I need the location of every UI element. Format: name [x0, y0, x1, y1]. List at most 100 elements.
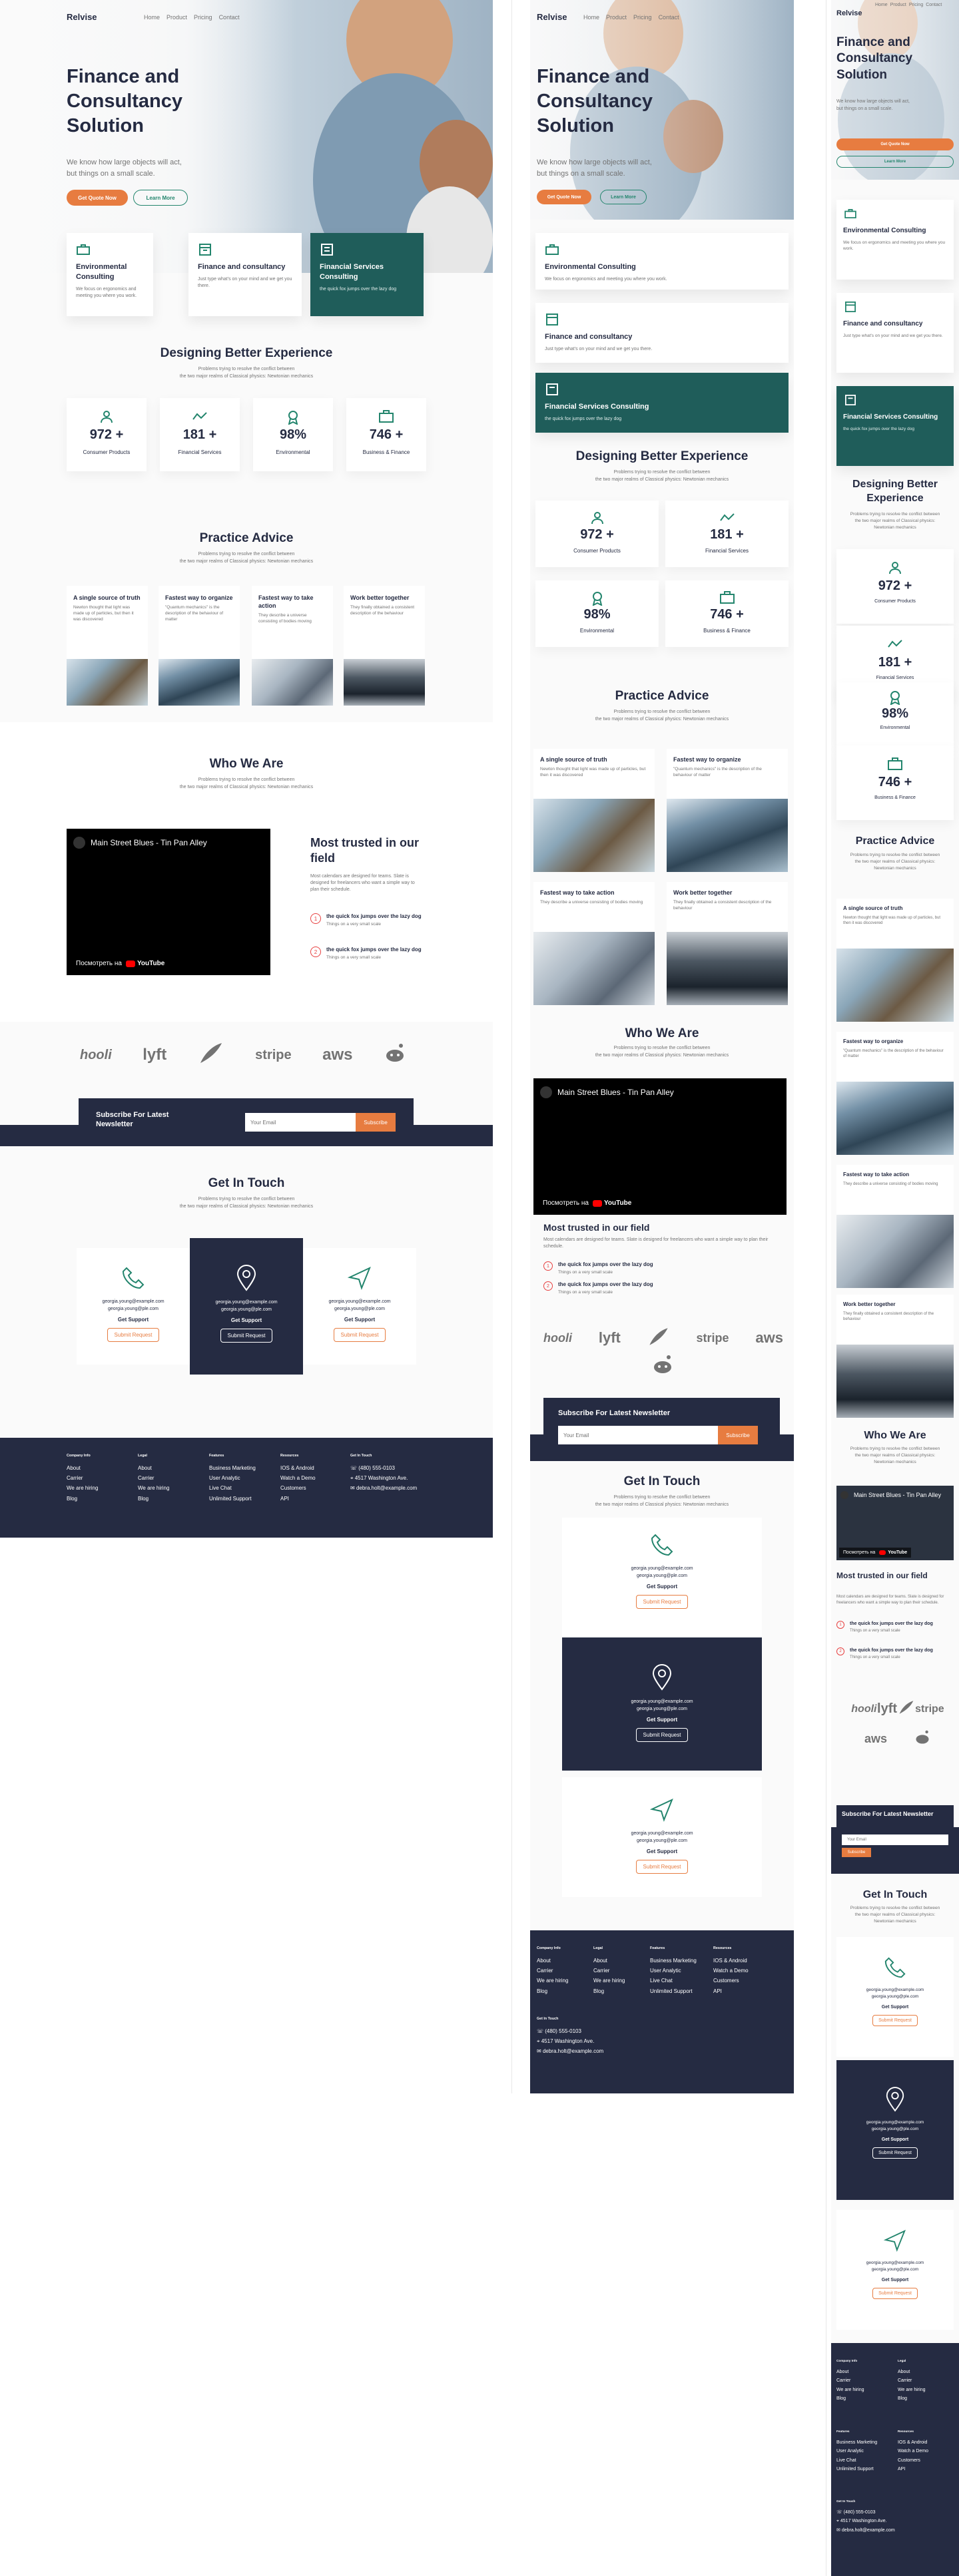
footer-link[interactable]: We are hiring — [537, 1976, 568, 1986]
get-quote-button[interactable]: Get Quote Now — [537, 190, 591, 204]
footer-link[interactable]: API — [280, 1494, 316, 1504]
footer-link[interactable]: Live Chat — [209, 1483, 256, 1493]
footer-link[interactable]: We are hiring — [898, 2386, 926, 2394]
footer-link[interactable]: Customers — [713, 1976, 749, 1986]
footer-link[interactable]: Carrier — [67, 1473, 98, 1483]
footer-link[interactable]: API — [713, 1986, 749, 1996]
video-player[interactable]: Main Street Blues - Tin Pan Alley Посмот… — [67, 829, 270, 975]
footer-email[interactable]: ✉ debra.holt@example.com — [537, 2046, 603, 2056]
footer-link[interactable]: Customers — [898, 2456, 928, 2465]
advice-card[interactable]: Fastest way to organize "Quantum mechanic… — [159, 586, 240, 706]
get-quote-button[interactable]: Get Quote Now — [836, 138, 954, 150]
footer-link[interactable]: Business Marketing — [836, 2438, 877, 2447]
footer-link[interactable]: Blog — [67, 1494, 98, 1504]
footer-link[interactable]: Customers — [280, 1483, 316, 1493]
footer-link[interactable]: Business Marketing — [650, 1956, 697, 1966]
footer-link[interactable]: Blog — [593, 1986, 625, 1996]
service-card-environmental[interactable]: Environmental Consulting We focus on erg… — [535, 233, 789, 290]
service-card-financial-services[interactable]: Financial Services Consulting the quick … — [535, 373, 789, 433]
footer-link[interactable]: Carrier — [898, 2376, 926, 2385]
submit-request-button[interactable]: Submit Request — [107, 1328, 160, 1343]
advice-card[interactable]: Fastest way to take action They describe … — [533, 882, 655, 1005]
learn-more-button[interactable]: Learn More — [600, 190, 647, 204]
newsletter-email-input[interactable]: Your Email — [558, 1426, 718, 1444]
footer-link[interactable]: About — [898, 2368, 926, 2376]
footer-link[interactable]: API — [898, 2465, 928, 2473]
logo[interactable]: Relvise — [836, 9, 862, 17]
service-card-finance[interactable]: Finance and consultancy Just type what's… — [836, 293, 954, 373]
footer-link[interactable]: Carrier — [836, 2376, 864, 2385]
submit-request-button[interactable]: Submit Request — [333, 1328, 386, 1343]
footer-link[interactable]: Live Chat — [650, 1976, 697, 1986]
footer-link[interactable]: Watch a Demo — [898, 2447, 928, 2456]
footer-link[interactable]: User Analytic — [209, 1473, 256, 1483]
subscribe-button[interactable]: Subscribe — [718, 1426, 758, 1444]
footer-link[interactable]: Live Chat — [836, 2456, 877, 2465]
nav-product[interactable]: Product — [606, 14, 627, 21]
advice-card[interactable]: Fastest way to take action They describe … — [252, 586, 333, 706]
footer-link[interactable]: Unlimited Support — [209, 1494, 256, 1504]
service-card-financial-services[interactable]: Financial Services Consulting the quick … — [310, 233, 424, 316]
submit-request-button[interactable]: Submit Request — [872, 2287, 918, 2299]
advice-card[interactable]: Work better together They finally obtaine… — [667, 882, 788, 1005]
logo[interactable]: Relvise — [67, 12, 97, 22]
service-card-environmental[interactable]: Environmental Consulting We focus on erg… — [836, 200, 954, 280]
advice-card[interactable]: A single source of truth Newton thought t… — [67, 586, 148, 706]
advice-card[interactable]: Fastest way to organize "Quantum mechanic… — [836, 1032, 954, 1155]
nav-product[interactable]: Product — [890, 3, 906, 7]
footer-link[interactable]: We are hiring — [593, 1976, 625, 1986]
nav-pricing[interactable]: Pricing — [633, 14, 652, 21]
newsletter-email-input[interactable]: Your Email — [245, 1113, 356, 1132]
submit-request-button[interactable]: Submit Request — [872, 2147, 918, 2159]
footer-link[interactable]: IOS & Android — [898, 2438, 928, 2447]
footer-link[interactable]: User Analytic — [650, 1966, 697, 1976]
footer-link[interactable]: About — [593, 1956, 625, 1966]
footer-link[interactable]: About — [138, 1463, 169, 1473]
advice-card[interactable]: Fastest way to organize "Quantum mechanic… — [667, 749, 788, 872]
submit-request-button[interactable]: Submit Request — [635, 1595, 689, 1610]
logo[interactable]: Relvise — [537, 12, 567, 22]
submit-request-button[interactable]: Submit Request — [635, 1860, 689, 1874]
submit-request-button[interactable]: Submit Request — [872, 2014, 918, 2026]
footer-email[interactable]: ✉ debra.holt@example.com — [836, 2526, 950, 2535]
nav-pricing[interactable]: Pricing — [909, 3, 923, 7]
footer-link[interactable]: About — [67, 1463, 98, 1473]
footer-link[interactable]: Business Marketing — [209, 1463, 256, 1473]
footer-link[interactable]: We are hiring — [67, 1483, 98, 1493]
footer-link[interactable]: Carrier — [593, 1966, 625, 1976]
footer-link[interactable]: Blog — [898, 2394, 926, 2403]
footer-link[interactable]: User Analytic — [836, 2447, 877, 2456]
nav-home[interactable]: Home — [583, 14, 599, 21]
footer-link[interactable]: About — [836, 2368, 864, 2376]
footer-link[interactable]: Blog — [537, 1986, 568, 1996]
learn-more-button[interactable]: Learn More — [836, 156, 954, 168]
advice-card[interactable]: Work better together They finally obtaine… — [836, 1295, 954, 1418]
footer-link[interactable]: Carrier — [537, 1966, 568, 1976]
video-player[interactable]: Main Street Blues - Tin Pan Alley Посмот… — [533, 1078, 787, 1215]
watch-on-youtube[interactable]: Посмотреть на YouTube — [839, 1548, 912, 1558]
service-card-environmental[interactable]: Environmental Consulting We focus on erg… — [67, 233, 153, 316]
learn-more-button[interactable]: Learn More — [133, 190, 188, 206]
watch-on-youtube[interactable]: Посмотреть на YouTube — [72, 957, 169, 970]
nav-home[interactable]: Home — [875, 3, 888, 7]
footer-link[interactable]: We are hiring — [836, 2386, 864, 2394]
service-card-finance[interactable]: Finance and consultancy Just type what's… — [188, 233, 302, 316]
subscribe-button[interactable]: Subscribe — [356, 1113, 396, 1132]
footer-link[interactable]: Blog — [836, 2394, 864, 2403]
nav-pricing[interactable]: Pricing — [194, 14, 212, 21]
nav-contact[interactable]: Contact — [659, 14, 679, 21]
advice-card[interactable]: Work better together They finally obtaine… — [344, 586, 425, 706]
nav-contact[interactable]: Contact — [926, 3, 942, 7]
footer-link[interactable]: Watch a Demo — [280, 1473, 316, 1483]
subscribe-button[interactable]: Subscribe — [842, 1848, 871, 1857]
footer-link[interactable]: We are hiring — [138, 1483, 169, 1493]
footer-link[interactable]: Watch a Demo — [713, 1966, 749, 1976]
footer-link[interactable]: IOS & Android — [713, 1956, 749, 1966]
footer-link[interactable]: Carrier — [138, 1473, 169, 1483]
footer-link[interactable]: About — [537, 1956, 568, 1966]
nav-home[interactable]: Home — [144, 14, 160, 21]
submit-request-button[interactable]: Submit Request — [220, 1329, 273, 1343]
footer-link[interactable]: IOS & Android — [280, 1463, 316, 1473]
newsletter-email-input[interactable]: Your Email — [842, 1834, 948, 1845]
nav-contact[interactable]: Contact — [219, 14, 240, 21]
